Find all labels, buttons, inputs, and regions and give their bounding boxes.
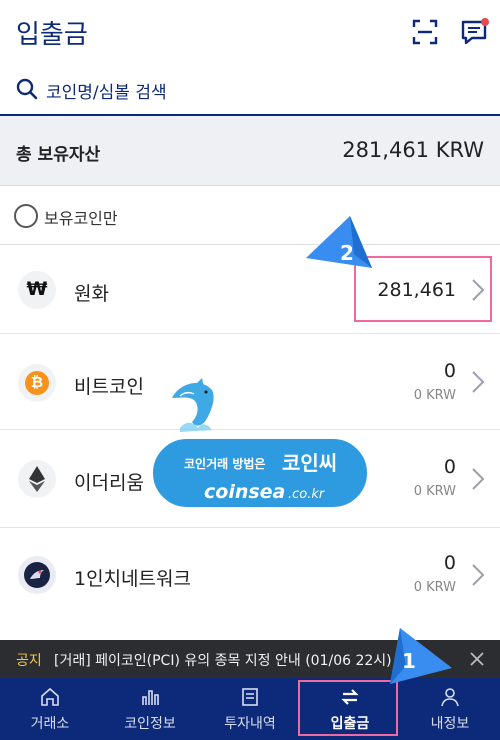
nav-item-investments[interactable]: 투자내역 [200, 678, 300, 740]
won-icon: ₩ [18, 271, 56, 309]
bottom-navigation: 거래소 코인정보 투자내역 입출금 내정보 [0, 678, 500, 740]
asset-amount: 0 [443, 360, 456, 382]
held-only-radio[interactable] [14, 204, 38, 228]
notice-tag: 공지 [16, 653, 42, 669]
bar-chart-icon [142, 690, 159, 705]
1inch-icon [18, 556, 56, 594]
chevron-right-icon [472, 371, 485, 393]
search-input[interactable]: 코인명/심볼 검색 [46, 78, 167, 103]
held-coins-filter[interactable]: 보유코인만 [0, 187, 500, 245]
coinsea-watermark: 코인거래 방법은 코인씨 coinsea .co.kr [151, 378, 369, 509]
qr-scan-icon[interactable] [412, 19, 438, 45]
document-icon [242, 688, 258, 706]
chevron-right-icon [472, 468, 485, 490]
asset-name: 비트코인 [74, 376, 144, 398]
total-assets-label: 총 보유자산 [16, 145, 101, 165]
total-assets-value: 281,461 KRW [342, 138, 484, 162]
nav-item-coin-info[interactable]: 코인정보 [100, 678, 200, 740]
svg-text:coinsea: coinsea [204, 481, 285, 503]
ethereum-icon [18, 460, 56, 498]
asset-krw-value: 0 KRW [413, 388, 456, 403]
asset-row-1inch[interactable]: 1인치네트워크 0 0 KRW [0, 528, 500, 622]
home-icon [41, 687, 59, 706]
nav-item-exchange[interactable]: 거래소 [0, 678, 100, 740]
chevron-right-icon [472, 564, 485, 586]
asset-name: 원화 [74, 283, 109, 305]
svg-text:코인씨: 코인씨 [282, 451, 337, 475]
person-icon [441, 688, 459, 707]
coin-search-bar[interactable]: 코인명/심볼 검색 [0, 62, 500, 116]
page-title: 입출금 [16, 20, 88, 50]
chat-icon[interactable] [460, 17, 490, 47]
svg-text:2: 2 [340, 241, 354, 265]
nav-item-my-info[interactable]: 내정보 [400, 678, 500, 740]
asset-name: 1인치네트워크 [74, 568, 191, 590]
svg-text:1: 1 [402, 649, 416, 673]
nav-highlight-box [298, 680, 398, 736]
svg-text:.co.kr: .co.kr [288, 487, 326, 502]
notification-badge [481, 18, 489, 26]
asset-amount: 0 [443, 552, 456, 574]
step-2-callout: 2 [306, 216, 372, 268]
asset-krw-value: 0 KRW [413, 580, 456, 595]
step-1-callout: 1 [390, 628, 452, 684]
total-assets-bar: 총 보유자산 281,461 KRW [0, 116, 500, 186]
bitcoin-icon: ₿ [18, 364, 56, 402]
asset-amount: 0 [443, 456, 456, 478]
app-header: 입출금 [0, 0, 500, 62]
close-icon[interactable] [468, 650, 486, 668]
asset-krw-value: 0 KRW [413, 484, 456, 499]
search-icon [16, 78, 38, 100]
asset-name: 이더리움 [74, 472, 144, 494]
svg-text:코인거래 방법은: 코인거래 방법은 [184, 456, 265, 471]
notice-text[interactable]: [거래] 페이코인(PCI) 유의 종목 지정 안내 (01/06 22시) [54, 650, 414, 670]
held-only-label: 보유코인만 [44, 209, 118, 228]
amount-highlight-box [354, 256, 492, 322]
